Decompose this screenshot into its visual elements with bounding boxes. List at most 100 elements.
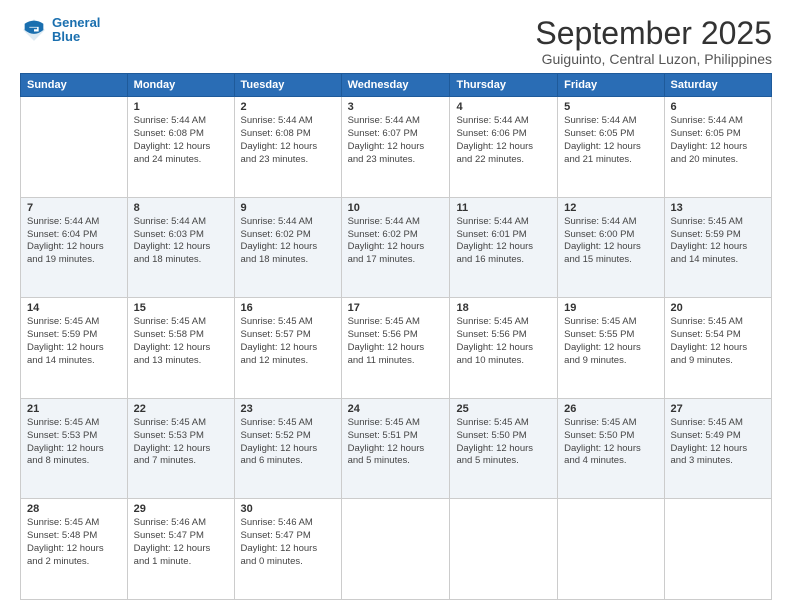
day-number: 1 [134, 101, 228, 113]
day-number: 26 [564, 403, 657, 415]
day-info: Sunrise: 5:45 AM Sunset: 5:52 PM Dayligh… [241, 417, 335, 468]
logo: General Blue [20, 16, 100, 45]
page: General Blue September 2025 Guiguinto, C… [0, 0, 792, 612]
day-info: Sunrise: 5:45 AM Sunset: 5:54 PM Dayligh… [671, 316, 765, 367]
weekday-header-row: SundayMondayTuesdayWednesdayThursdayFrid… [21, 74, 772, 97]
day-number: 9 [241, 202, 335, 214]
empty-cell [558, 499, 664, 600]
empty-cell [664, 499, 771, 600]
day-cell-1: 1 Sunrise: 5:44 AM Sunset: 6:08 PM Daylig… [127, 97, 234, 198]
day-cell-7: 7 Sunrise: 5:44 AM Sunset: 6:04 PM Daylig… [21, 197, 128, 298]
header: General Blue September 2025 Guiguinto, C… [20, 16, 772, 67]
day-info: Sunrise: 5:44 AM Sunset: 6:05 PM Dayligh… [564, 115, 657, 166]
day-cell-27: 27 Sunrise: 5:45 AM Sunset: 5:49 PM Dayli… [664, 398, 771, 499]
weekday-header-wednesday: Wednesday [341, 74, 450, 97]
calendar-table: SundayMondayTuesdayWednesdayThursdayFrid… [20, 73, 772, 600]
week-row-2: 14Sunrise: 5:45 AM Sunset: 5:59 PM Dayli… [21, 298, 772, 399]
day-number: 21 [27, 403, 121, 415]
weekday-header-friday: Friday [558, 74, 664, 97]
day-number: 25 [456, 403, 551, 415]
day-cell-5: 5 Sunrise: 5:44 AM Sunset: 6:05 PM Daylig… [558, 97, 664, 198]
logo-line1: General [52, 15, 100, 30]
day-info: Sunrise: 5:45 AM Sunset: 5:53 PM Dayligh… [27, 417, 121, 468]
day-cell-8: 8Sunrise: 5:44 AM Sunset: 6:03 PM Daylig… [127, 197, 234, 298]
day-cell-6: 6 Sunrise: 5:44 AM Sunset: 6:05 PM Daylig… [664, 97, 771, 198]
day-number: 10 [348, 202, 444, 214]
day-cell-11: 11 Sunrise: 5:44 AM Sunset: 6:01 PM Dayli… [450, 197, 558, 298]
day-number: 17 [348, 302, 444, 314]
empty-cell [21, 97, 128, 198]
day-info: Sunrise: 5:44 AM Sunset: 6:03 PM Dayligh… [134, 216, 228, 267]
day-info: Sunrise: 5:45 AM Sunset: 5:56 PM Dayligh… [348, 316, 444, 367]
day-info: Sunrise: 5:44 AM Sunset: 6:07 PM Dayligh… [348, 115, 444, 166]
day-number: 18 [456, 302, 551, 314]
weekday-header-tuesday: Tuesday [234, 74, 341, 97]
day-number: 22 [134, 403, 228, 415]
day-info: Sunrise: 5:45 AM Sunset: 5:50 PM Dayligh… [456, 417, 551, 468]
day-info: Sunrise: 5:45 AM Sunset: 5:48 PM Dayligh… [27, 517, 121, 568]
day-info: Sunrise: 5:44 AM Sunset: 6:06 PM Dayligh… [456, 115, 551, 166]
day-number: 14 [27, 302, 121, 314]
day-cell-13: 13Sunrise: 5:45 AM Sunset: 5:59 PM Dayli… [664, 197, 771, 298]
day-info: Sunrise: 5:44 AM Sunset: 6:01 PM Dayligh… [456, 216, 551, 267]
day-number: 27 [671, 403, 765, 415]
day-number: 23 [241, 403, 335, 415]
day-cell-22: 22 Sunrise: 5:45 AM Sunset: 5:53 PM Dayli… [127, 398, 234, 499]
calendar-title: September 2025 [535, 16, 772, 51]
day-number: 12 [564, 202, 657, 214]
day-number: 24 [348, 403, 444, 415]
day-cell-9: 9 Sunrise: 5:44 AM Sunset: 6:02 PM Daylig… [234, 197, 341, 298]
title-block: September 2025 Guiguinto, Central Luzon,… [535, 16, 772, 67]
day-cell-30: 30Sunrise: 5:46 AM Sunset: 5:47 PM Dayli… [234, 499, 341, 600]
day-cell-26: 26 Sunrise: 5:45 AM Sunset: 5:50 PM Dayli… [558, 398, 664, 499]
empty-cell [341, 499, 450, 600]
day-cell-2: 2 Sunrise: 5:44 AM Sunset: 6:08 PM Daylig… [234, 97, 341, 198]
day-number: 13 [671, 202, 765, 214]
day-cell-10: 10 Sunrise: 5:44 AM Sunset: 6:02 PM Dayli… [341, 197, 450, 298]
day-number: 16 [241, 302, 335, 314]
day-number: 7 [27, 202, 121, 214]
day-number: 6 [671, 101, 765, 113]
day-cell-25: 25 Sunrise: 5:45 AM Sunset: 5:50 PM Dayli… [450, 398, 558, 499]
empty-cell [450, 499, 558, 600]
day-cell-16: 16 Sunrise: 5:45 AM Sunset: 5:57 PM Dayli… [234, 298, 341, 399]
day-info: Sunrise: 5:44 AM Sunset: 6:04 PM Dayligh… [27, 216, 121, 267]
day-info: Sunrise: 5:44 AM Sunset: 6:08 PM Dayligh… [134, 115, 228, 166]
day-info: Sunrise: 5:46 AM Sunset: 5:47 PM Dayligh… [241, 517, 335, 568]
day-cell-12: 12 Sunrise: 5:44 AM Sunset: 6:00 PM Dayli… [558, 197, 664, 298]
day-number: 2 [241, 101, 335, 113]
day-info: Sunrise: 5:45 AM Sunset: 5:56 PM Dayligh… [456, 316, 551, 367]
day-cell-19: 19Sunrise: 5:45 AM Sunset: 5:55 PM Dayli… [558, 298, 664, 399]
day-cell-17: 17 Sunrise: 5:45 AM Sunset: 5:56 PM Dayli… [341, 298, 450, 399]
day-number: 5 [564, 101, 657, 113]
day-cell-14: 14Sunrise: 5:45 AM Sunset: 5:59 PM Dayli… [21, 298, 128, 399]
day-info: Sunrise: 5:45 AM Sunset: 5:55 PM Dayligh… [564, 316, 657, 367]
day-info: Sunrise: 5:44 AM Sunset: 6:02 PM Dayligh… [348, 216, 444, 267]
week-row-0: 1 Sunrise: 5:44 AM Sunset: 6:08 PM Daylig… [21, 97, 772, 198]
day-number: 11 [456, 202, 551, 214]
day-info: Sunrise: 5:44 AM Sunset: 6:08 PM Dayligh… [241, 115, 335, 166]
day-cell-29: 29 Sunrise: 5:46 AM Sunset: 5:47 PM Dayli… [127, 499, 234, 600]
logo-line2: Blue [52, 29, 80, 44]
day-info: Sunrise: 5:44 AM Sunset: 6:02 PM Dayligh… [241, 216, 335, 267]
weekday-header-monday: Monday [127, 74, 234, 97]
day-cell-4: 4 Sunrise: 5:44 AM Sunset: 6:06 PM Daylig… [450, 97, 558, 198]
day-info: Sunrise: 5:45 AM Sunset: 5:57 PM Dayligh… [241, 316, 335, 367]
week-row-3: 21 Sunrise: 5:45 AM Sunset: 5:53 PM Dayli… [21, 398, 772, 499]
day-number: 4 [456, 101, 551, 113]
day-info: Sunrise: 5:44 AM Sunset: 6:05 PM Dayligh… [671, 115, 765, 166]
day-info: Sunrise: 5:45 AM Sunset: 5:50 PM Dayligh… [564, 417, 657, 468]
day-cell-24: 24 Sunrise: 5:45 AM Sunset: 5:51 PM Dayli… [341, 398, 450, 499]
weekday-header-thursday: Thursday [450, 74, 558, 97]
day-number: 3 [348, 101, 444, 113]
day-info: Sunrise: 5:45 AM Sunset: 5:49 PM Dayligh… [671, 417, 765, 468]
week-row-4: 28Sunrise: 5:45 AM Sunset: 5:48 PM Dayli… [21, 499, 772, 600]
day-info: Sunrise: 5:45 AM Sunset: 5:53 PM Dayligh… [134, 417, 228, 468]
day-cell-18: 18 Sunrise: 5:45 AM Sunset: 5:56 PM Dayli… [450, 298, 558, 399]
day-info: Sunrise: 5:46 AM Sunset: 5:47 PM Dayligh… [134, 517, 228, 568]
day-info: Sunrise: 5:45 AM Sunset: 5:51 PM Dayligh… [348, 417, 444, 468]
day-info: Sunrise: 5:44 AM Sunset: 6:00 PM Dayligh… [564, 216, 657, 267]
day-cell-23: 23 Sunrise: 5:45 AM Sunset: 5:52 PM Dayli… [234, 398, 341, 499]
day-cell-15: 15Sunrise: 5:45 AM Sunset: 5:58 PM Dayli… [127, 298, 234, 399]
day-number: 29 [134, 503, 228, 515]
